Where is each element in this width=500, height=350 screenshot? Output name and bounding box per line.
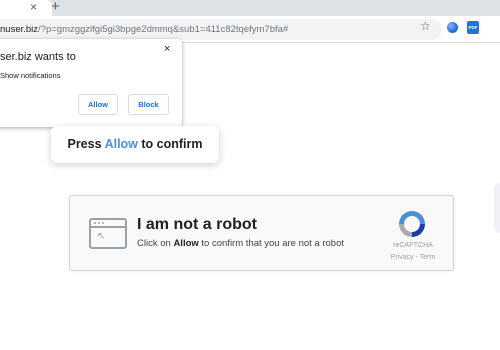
block-button[interactable]: Block [128,94,169,115]
window-titlebar-line [91,226,125,228]
recaptcha-privacy-terms[interactable]: Privacy - Term [384,254,442,261]
bookmark-star-icon[interactable]: ☆ [420,19,431,33]
permission-text: Show notifications [0,71,61,80]
fake-captcha-box[interactable]: ↖ I am not a robot Click on Allow to con… [69,195,454,271]
banner-prefix: Press [67,137,105,151]
popup-close-icon[interactable]: × [164,43,170,55]
popup-title: ser.biz wants to [0,51,76,63]
address-bar[interactable]: nuser.biz/?p=gmzggzlfgi5gi3bpge2dmmq&sub… [0,19,442,40]
press-allow-banner: Press Allow to confirm [51,126,219,163]
captcha-sub-bold: Allow [173,238,199,249]
banner-suffix: to confirm [137,137,203,151]
tab-close-icon[interactable]: × [30,0,37,14]
browser-window-icon: ↖ [89,218,127,249]
captcha-subtitle: Click on Allow to confirm that you are n… [137,238,344,249]
tab-strip: × + [0,0,500,16]
captcha-sub-prefix: Click on [137,238,174,249]
captcha-sub-suffix: to confirm that you are not a robot [198,238,344,249]
window-dot-icon [102,222,104,224]
window-dot-icon [98,222,100,224]
notification-permission-popup: ser.biz wants to × Show notifications Al… [0,39,182,127]
extension-pdf-icon[interactable]: PDF [467,21,479,34]
new-tab-icon[interactable]: + [51,0,60,15]
url-host: nuser.biz [0,24,39,35]
url-path: /?p=gmzggzlfgi5gi3bpge2dmmq&sub1=411c82t… [38,24,289,35]
captcha-title: I am not a robot [137,216,257,233]
recaptcha-logo-icon [399,211,425,237]
recaptcha-brand: reCAPTCHA [393,242,433,249]
window-dot-icon [94,222,96,224]
url-text[interactable]: nuser.biz/?p=gmzggzlfgi5gi3bpge2dmmq&sub… [0,19,288,40]
side-panel-edge [494,183,500,233]
banner-highlight: Allow [104,137,138,151]
cursor-arrow-icon: ↖ [97,231,106,242]
active-tab[interactable]: × [0,0,52,16]
extension-globe-icon[interactable] [447,22,458,33]
allow-button[interactable]: Allow [78,94,118,115]
